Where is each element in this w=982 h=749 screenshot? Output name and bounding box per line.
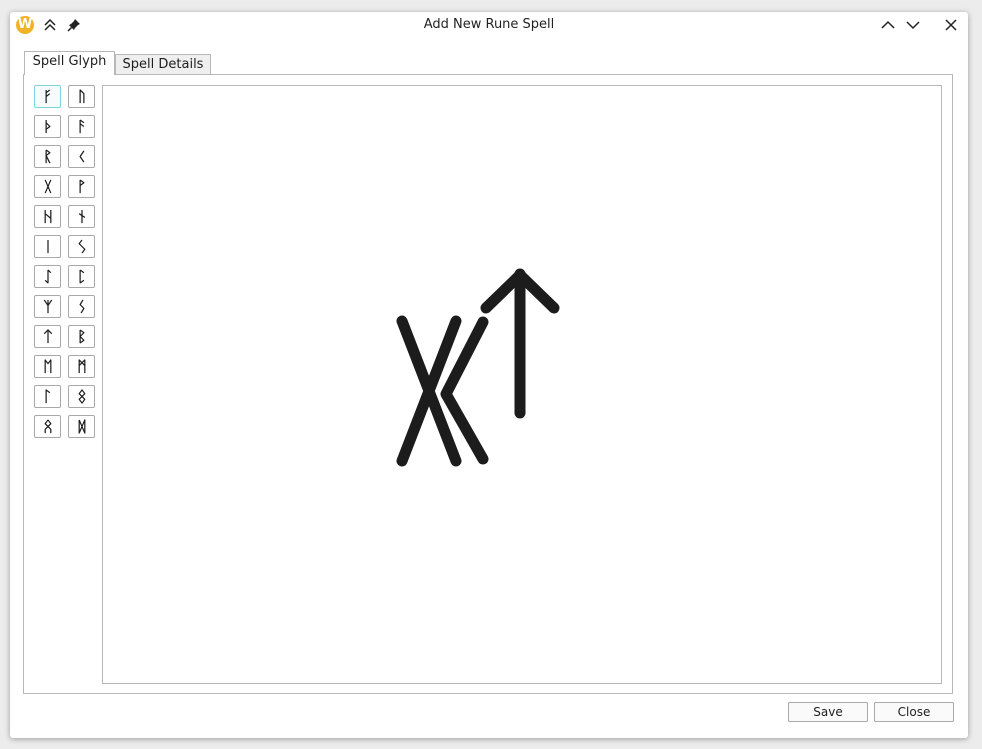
tab-spell-details[interactable]: Spell Details (115, 54, 211, 74)
title-bar: W Add New Rune Spell (10, 12, 968, 40)
gebo-rune-icon (44, 179, 51, 194)
rune-button-eihwaz[interactable] (34, 265, 61, 288)
rune-button-perth[interactable] (68, 265, 95, 288)
composed-spell-glyph (396, 268, 560, 467)
ingwaz-rune-icon (78, 389, 85, 404)
eihwaz-rune-icon (44, 269, 51, 284)
perth-rune-icon (79, 269, 84, 284)
glyph-canvas[interactable] (102, 85, 942, 684)
rune-button-uruz[interactable] (68, 85, 95, 108)
mannaz-rune-icon (78, 359, 85, 374)
tiwaz-rune-stroke (480, 268, 560, 419)
laguz-rune-icon (45, 389, 50, 404)
rune-button-ansuz[interactable] (68, 115, 95, 138)
window-title: Add New Rune Spell (423, 17, 555, 32)
rune-button-hagalaz[interactable] (34, 205, 61, 228)
rune-button-isaz[interactable] (34, 235, 61, 258)
thurisaz-rune-icon (45, 119, 50, 134)
rune-button-berkanan[interactable] (68, 325, 95, 348)
isaz-rune-icon (46, 239, 49, 254)
uruz-rune-icon (79, 89, 84, 104)
rune-button-laguz[interactable] (34, 385, 61, 408)
rune-button-tiwaz[interactable] (34, 325, 61, 348)
chevron-up-icon[interactable] (879, 16, 897, 34)
rune-button-ehwaz[interactable] (34, 355, 61, 378)
rune-button-wunjo[interactable] (68, 175, 95, 198)
rune-button-thurisaz[interactable] (34, 115, 61, 138)
chevron-down-icon[interactable] (904, 16, 922, 34)
hagalaz-rune-icon (44, 209, 51, 224)
close-icon[interactable] (942, 16, 960, 34)
tiwaz-rune-icon (43, 329, 52, 344)
othala-rune-icon (44, 419, 51, 434)
save-button[interactable]: Save (788, 702, 868, 722)
rune-button-kaunan[interactable] (68, 145, 95, 168)
rune-button-naudiz[interactable] (68, 205, 95, 228)
rune-button-raido[interactable] (34, 145, 61, 168)
sowilo-rune-icon (79, 299, 84, 314)
rune-button-gebo[interactable] (34, 175, 61, 198)
rune-button-sowilo[interactable] (68, 295, 95, 318)
kaunan-rune-icon (79, 150, 84, 163)
ansuz-rune-icon (79, 119, 84, 134)
rune-button-fehu[interactable] (34, 85, 61, 108)
rune-button-othala[interactable] (34, 415, 61, 438)
fehu-rune-icon (45, 89, 50, 104)
tab-spell-glyph[interactable]: Spell Glyph (24, 51, 115, 75)
rune-button-algiz[interactable] (34, 295, 61, 318)
algiz-rune-icon (43, 299, 52, 314)
naudiz-rune-icon (78, 209, 85, 224)
raido-rune-icon (45, 149, 50, 164)
dagaz-rune-icon (78, 419, 85, 434)
rune-button-jera[interactable] (68, 235, 95, 258)
ehwaz-rune-icon (44, 359, 51, 374)
close-button[interactable]: Close (874, 702, 954, 722)
rune-button-ingwaz[interactable] (68, 385, 95, 408)
berkanan-rune-icon (79, 329, 84, 344)
wunjo-rune-icon (79, 179, 84, 194)
rune-button-dagaz[interactable] (68, 415, 95, 438)
dialog-window: W Add New Rune Spell Spell Glyph Spell D… (10, 12, 968, 738)
jera-rune-icon (78, 239, 85, 254)
rune-button-mannaz[interactable] (68, 355, 95, 378)
